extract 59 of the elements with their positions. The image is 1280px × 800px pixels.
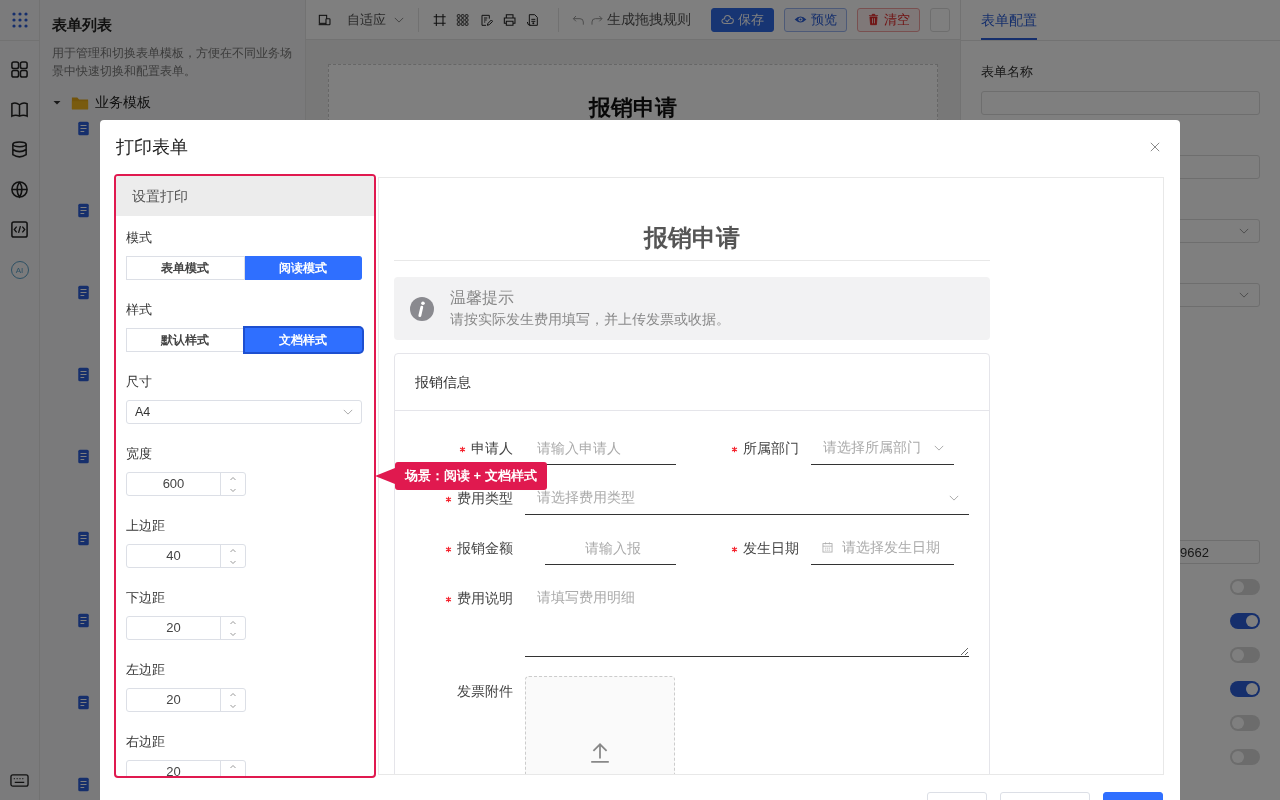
field-label: 模式 — [126, 230, 153, 247]
form-title: 报销申请 — [587, 94, 678, 122]
document-icon[interactable] — [76, 284, 91, 301]
form-title: 报销申请 — [394, 221, 990, 261]
toggle-switch[interactable] — [1230, 681, 1260, 697]
grid-icon[interactable] — [10, 59, 29, 79]
toolbar-button[interactable]: 清空 — [856, 7, 920, 32]
book-icon[interactable] — [10, 99, 29, 119]
field-label: 宽度 — [126, 446, 153, 463]
field-label: 所属部门 — [743, 439, 799, 457]
document-icon[interactable] — [76, 776, 91, 793]
field-label: 右边距 — [126, 734, 166, 751]
trash-icon — [866, 13, 880, 26]
device-select[interactable]: 自适应 — [347, 10, 407, 29]
field-label: 尺寸 — [126, 374, 153, 391]
alert-message: 请按实际发生费用填写，并上传发票或收据。 — [450, 310, 730, 329]
field-label: 下边距 — [126, 590, 166, 607]
segment-option[interactable]: 默认样式 — [126, 328, 245, 352]
info-icon — [410, 296, 434, 321]
document-icon[interactable] — [76, 366, 91, 383]
database-icon[interactable] — [10, 139, 29, 159]
close-icon[interactable] — [1148, 140, 1162, 154]
field-label: 左边距 — [126, 662, 166, 679]
toolbar-button[interactable]: 保存 — [710, 7, 774, 32]
field-label: 申请人 — [471, 439, 513, 457]
field-label: 费用类型 — [457, 489, 513, 507]
segment-option[interactable]: 文档样式 — [244, 328, 362, 352]
segment-option[interactable]: 阅读模式 — [244, 256, 362, 280]
tree-item[interactable]: 业务模板 — [95, 94, 151, 112]
generate-rules-link[interactable]: 生成拖拽规则 — [606, 10, 691, 29]
alert-title: 温馨提示 — [450, 287, 515, 308]
section-title: 报销信息 — [395, 354, 989, 411]
field-label: 上边距 — [126, 518, 166, 535]
toolbar-button[interactable]: 预览 — [783, 7, 847, 32]
document-icon[interactable] — [76, 120, 91, 137]
tab[interactable]: 表单配置 — [981, 0, 1037, 40]
panel-title: 表单列表 — [52, 16, 113, 35]
dialog-title: 打印表单 — [116, 136, 188, 159]
calendar-icon — [821, 541, 834, 554]
field-label: 发生日期 — [743, 539, 799, 557]
document-icon[interactable] — [76, 448, 91, 465]
select-field[interactable]: A4 — [126, 400, 362, 424]
upload-icon — [589, 741, 611, 763]
field-label: 发票附件 — [457, 682, 513, 700]
document-icon[interactable] — [76, 202, 91, 219]
panel-header: 设置打印 — [116, 176, 374, 216]
field-label: 表单名称 — [981, 63, 1034, 81]
document-icon[interactable] — [76, 694, 91, 711]
segment-option[interactable]: 表单模式 — [126, 256, 245, 280]
document-icon[interactable] — [76, 530, 91, 547]
cloud-icon — [720, 13, 734, 26]
field-label: 报销金额 — [457, 539, 513, 557]
number-field[interactable]: 20 — [126, 760, 246, 776]
code-icon[interactable] — [10, 219, 29, 239]
field-label: 样式 — [126, 302, 153, 319]
globe-icon[interactable] — [10, 179, 29, 199]
field-label: 费用说明 — [457, 589, 513, 607]
document-icon[interactable] — [76, 612, 91, 629]
toggle-switch[interactable] — [1230, 613, 1260, 629]
